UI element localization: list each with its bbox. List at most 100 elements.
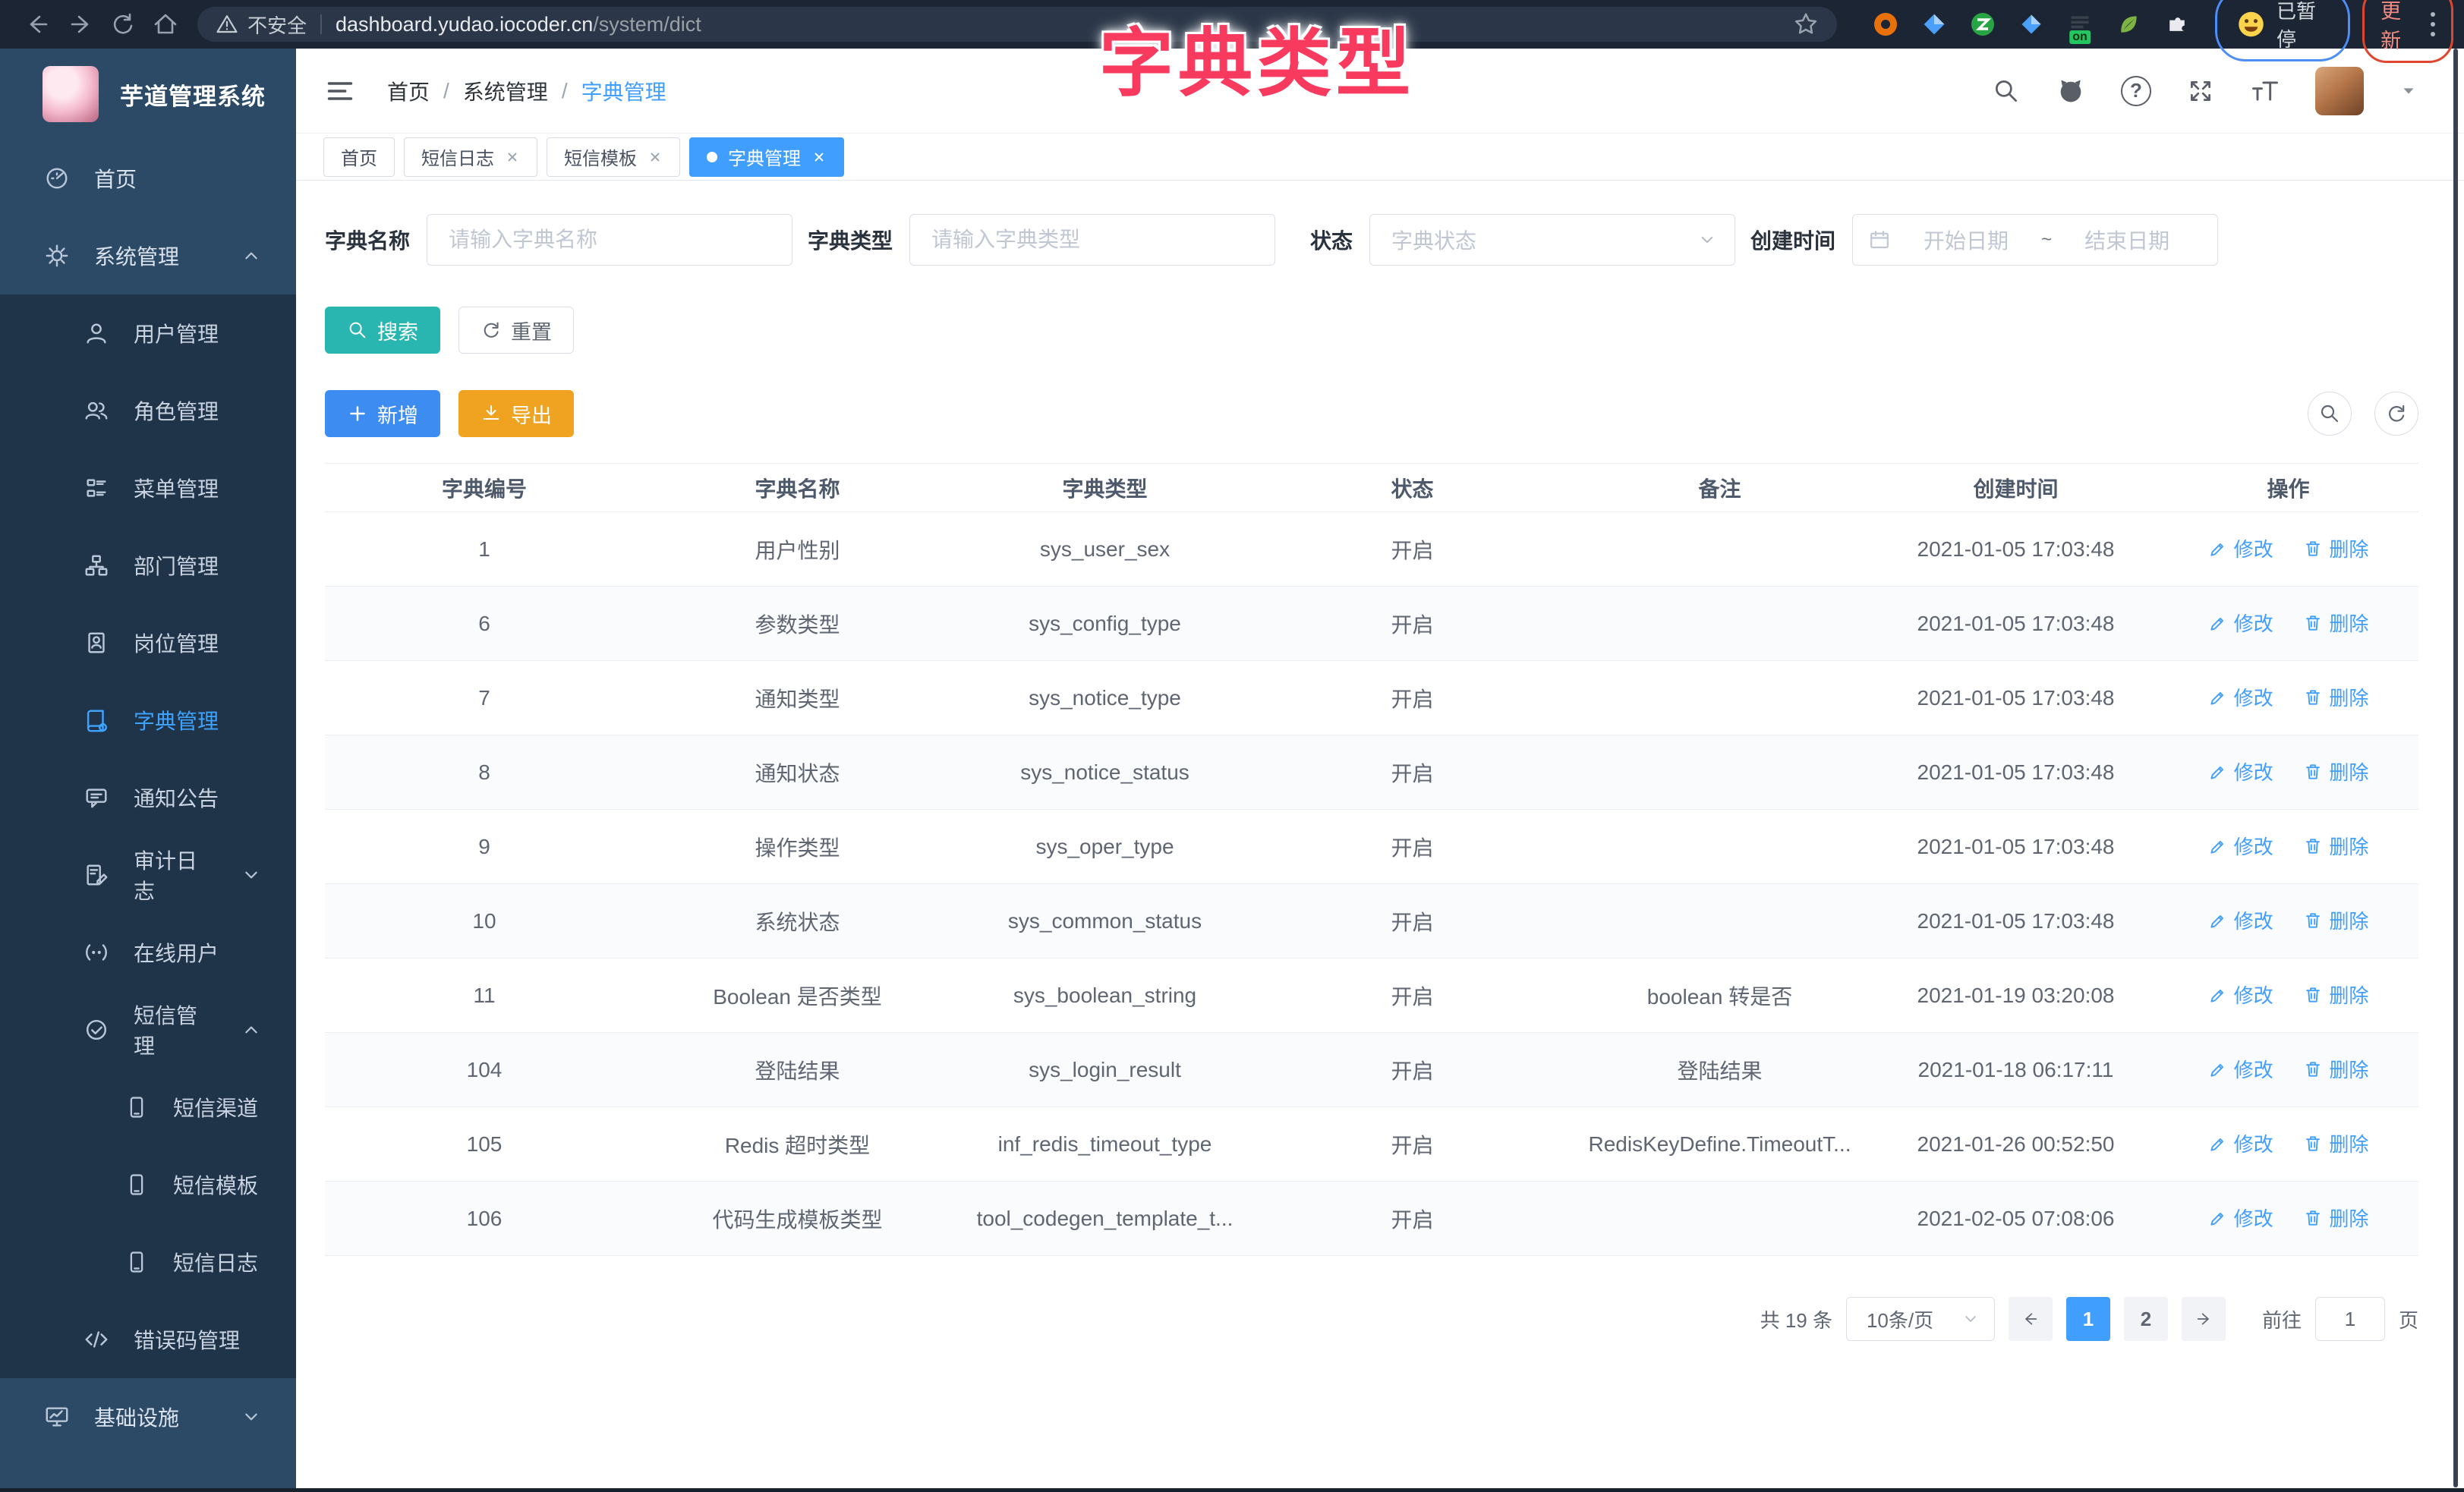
sidebar-item-infrastructure[interactable]: 基础设施 [0, 1378, 296, 1456]
fullscreen-icon[interactable] [2186, 77, 2215, 105]
github-icon[interactable] [2056, 76, 2086, 106]
table-row[interactable]: 9 操作类型 sys_oper_type 开启 2021-01-05 17:03… [325, 810, 2418, 884]
prev-page-button[interactable] [2009, 1297, 2053, 1341]
sidebar-item-sms-log[interactable]: 短信日志 [0, 1223, 296, 1301]
sidebar-item-menus[interactable]: 菜单管理 [0, 449, 296, 527]
search-button[interactable]: 搜索 [325, 307, 440, 354]
dict-type-link[interactable]: sys_boolean_string [951, 958, 1259, 1033]
edit-link[interactable]: 修改 [2208, 683, 2273, 711]
sidebar-item-users[interactable]: 用户管理 [0, 294, 296, 372]
sidebar-item-audit-log[interactable]: 审计日志 [0, 836, 296, 914]
table-refresh-button[interactable] [2374, 392, 2418, 436]
edit-link[interactable]: 修改 [2208, 832, 2273, 860]
extension-icon[interactable] [1968, 9, 1998, 39]
page-button-1[interactable]: 1 [2066, 1297, 2110, 1341]
browser-forward-button[interactable] [59, 3, 102, 46]
status-select[interactable]: 字典状态 [1369, 214, 1735, 266]
sidebar-item-sms-channel[interactable]: 短信渠道 [0, 1069, 296, 1146]
font-size-icon[interactable] [2250, 76, 2280, 106]
sidebar-item-system[interactable]: 系统管理 [0, 217, 296, 294]
delete-link[interactable]: 删除 [2303, 1055, 2368, 1083]
delete-link[interactable]: 删除 [2303, 1129, 2368, 1157]
extension-icon[interactable]: on [2065, 9, 2095, 39]
export-button[interactable]: 导出 [458, 390, 574, 437]
delete-link[interactable]: 删除 [2303, 832, 2368, 860]
help-icon[interactable]: ? [2121, 76, 2151, 106]
dict-type-input[interactable] [909, 214, 1275, 266]
delete-link[interactable]: 删除 [2303, 534, 2368, 562]
dict-type-link[interactable]: inf_redis_timeout_type [951, 1107, 1259, 1182]
sidebar-item-roles[interactable]: 角色管理 [0, 372, 296, 449]
app-logo[interactable]: 芋道管理系统 [0, 49, 296, 140]
sidebar-item-error-code[interactable]: 错误码管理 [0, 1301, 296, 1378]
extension-icon[interactable] [1919, 9, 1949, 39]
sidebar-item-notice[interactable]: 通知公告 [0, 759, 296, 836]
tab-dictionary[interactable]: 字典管理 [689, 137, 844, 177]
dict-type-link[interactable]: sys_config_type [951, 587, 1259, 661]
user-avatar[interactable] [2315, 67, 2364, 115]
page-jump-input[interactable] [2315, 1297, 2385, 1341]
dict-type-link[interactable]: sys_login_result [951, 1033, 1259, 1107]
delete-link[interactable]: 删除 [2303, 683, 2368, 711]
edit-link[interactable]: 修改 [2208, 906, 2273, 934]
table-row[interactable]: 106 代码生成模板类型 tool_codegen_template_t... … [325, 1182, 2418, 1256]
scrollbar[interactable] [2453, 49, 2458, 1487]
dict-type-link[interactable]: sys_common_status [951, 884, 1259, 958]
extension-icon[interactable] [2016, 9, 2047, 39]
breadcrumb-home[interactable]: 首页 [387, 76, 430, 106]
extension-icon[interactable] [2113, 9, 2144, 39]
edit-link[interactable]: 修改 [2208, 1055, 2273, 1083]
tab-sms-template[interactable]: 短信模板 [547, 137, 680, 177]
browser-back-button[interactable] [17, 3, 59, 46]
date-range-picker[interactable]: 开始日期 ~ 结束日期 [1852, 214, 2218, 266]
dict-type-link[interactable]: sys_user_sex [951, 512, 1259, 587]
delete-link[interactable]: 删除 [2303, 757, 2368, 785]
tab-home[interactable]: 首页 [323, 137, 395, 177]
browser-reload-button[interactable] [102, 3, 144, 46]
table-row[interactable]: 105 Redis 超时类型 inf_redis_timeout_type 开启… [325, 1107, 2418, 1182]
table-row[interactable]: 1 用户性别 sys_user_sex 开启 2021-01-05 17:03:… [325, 512, 2418, 587]
edit-link[interactable]: 修改 [2208, 609, 2273, 637]
tab-sms-log[interactable]: 短信日志 [404, 137, 537, 177]
edit-link[interactable]: 修改 [2208, 1204, 2273, 1232]
extension-icon[interactable] [1870, 9, 1901, 39]
sidebar-item-sms[interactable]: 短信管理 [0, 991, 296, 1069]
dict-type-link[interactable]: sys_notice_type [951, 661, 1259, 735]
table-row[interactable]: 104 登陆结果 sys_login_result 开启 登陆结果 2021-0… [325, 1033, 2418, 1107]
edit-link[interactable]: 修改 [2208, 981, 2273, 1009]
delete-link[interactable]: 删除 [2303, 906, 2368, 934]
browser-home-button[interactable] [144, 3, 187, 46]
dict-type-link[interactable]: tool_codegen_template_t... [951, 1182, 1259, 1256]
sidebar-item-dictionary[interactable]: 字典管理 [0, 681, 296, 759]
table-row[interactable]: 8 通知状态 sys_notice_status 开启 2021-01-05 1… [325, 735, 2418, 810]
close-icon[interactable] [505, 150, 520, 165]
dict-type-link[interactable]: sys_oper_type [951, 810, 1259, 884]
table-search-toggle-button[interactable] [2308, 392, 2352, 436]
sidebar-toggle-button[interactable] [325, 76, 355, 106]
address-bar[interactable]: 不安全 dashboard.yudao.iocoder.cn /system/d… [197, 7, 1837, 42]
delete-link[interactable]: 删除 [2303, 981, 2368, 1009]
dict-type-link[interactable]: sys_notice_status [951, 735, 1259, 810]
close-icon[interactable] [811, 150, 827, 165]
edit-link[interactable]: 修改 [2208, 1129, 2273, 1157]
extensions-puzzle-icon[interactable] [2162, 9, 2192, 39]
dict-name-input[interactable] [427, 214, 792, 266]
bookmark-star-icon[interactable] [1793, 11, 1819, 37]
add-button[interactable]: 新增 [325, 390, 440, 437]
reset-button[interactable]: 重置 [458, 307, 574, 354]
delete-link[interactable]: 删除 [2303, 609, 2368, 637]
breadcrumb-system[interactable]: 系统管理 [463, 76, 548, 106]
page-size-select[interactable]: 10条/页 [1846, 1297, 1995, 1341]
sidebar-item-sms-template[interactable]: 短信模板 [0, 1146, 296, 1223]
edit-link[interactable]: 修改 [2208, 757, 2273, 785]
sidebar-item-posts[interactable]: 岗位管理 [0, 604, 296, 681]
sidebar-item-departments[interactable]: 部门管理 [0, 527, 296, 604]
close-icon[interactable] [648, 150, 663, 165]
table-row[interactable]: 11 Boolean 是否类型 sys_boolean_string 开启 bo… [325, 958, 2418, 1033]
sidebar-item-home[interactable]: 首页 [0, 140, 296, 217]
sidebar-item-online-users[interactable]: 在线用户 [0, 914, 296, 991]
delete-link[interactable]: 删除 [2303, 1204, 2368, 1232]
page-button-2[interactable]: 2 [2124, 1297, 2168, 1341]
next-page-button[interactable] [2182, 1297, 2226, 1341]
table-row[interactable]: 10 系统状态 sys_common_status 开启 2021-01-05 … [325, 884, 2418, 958]
